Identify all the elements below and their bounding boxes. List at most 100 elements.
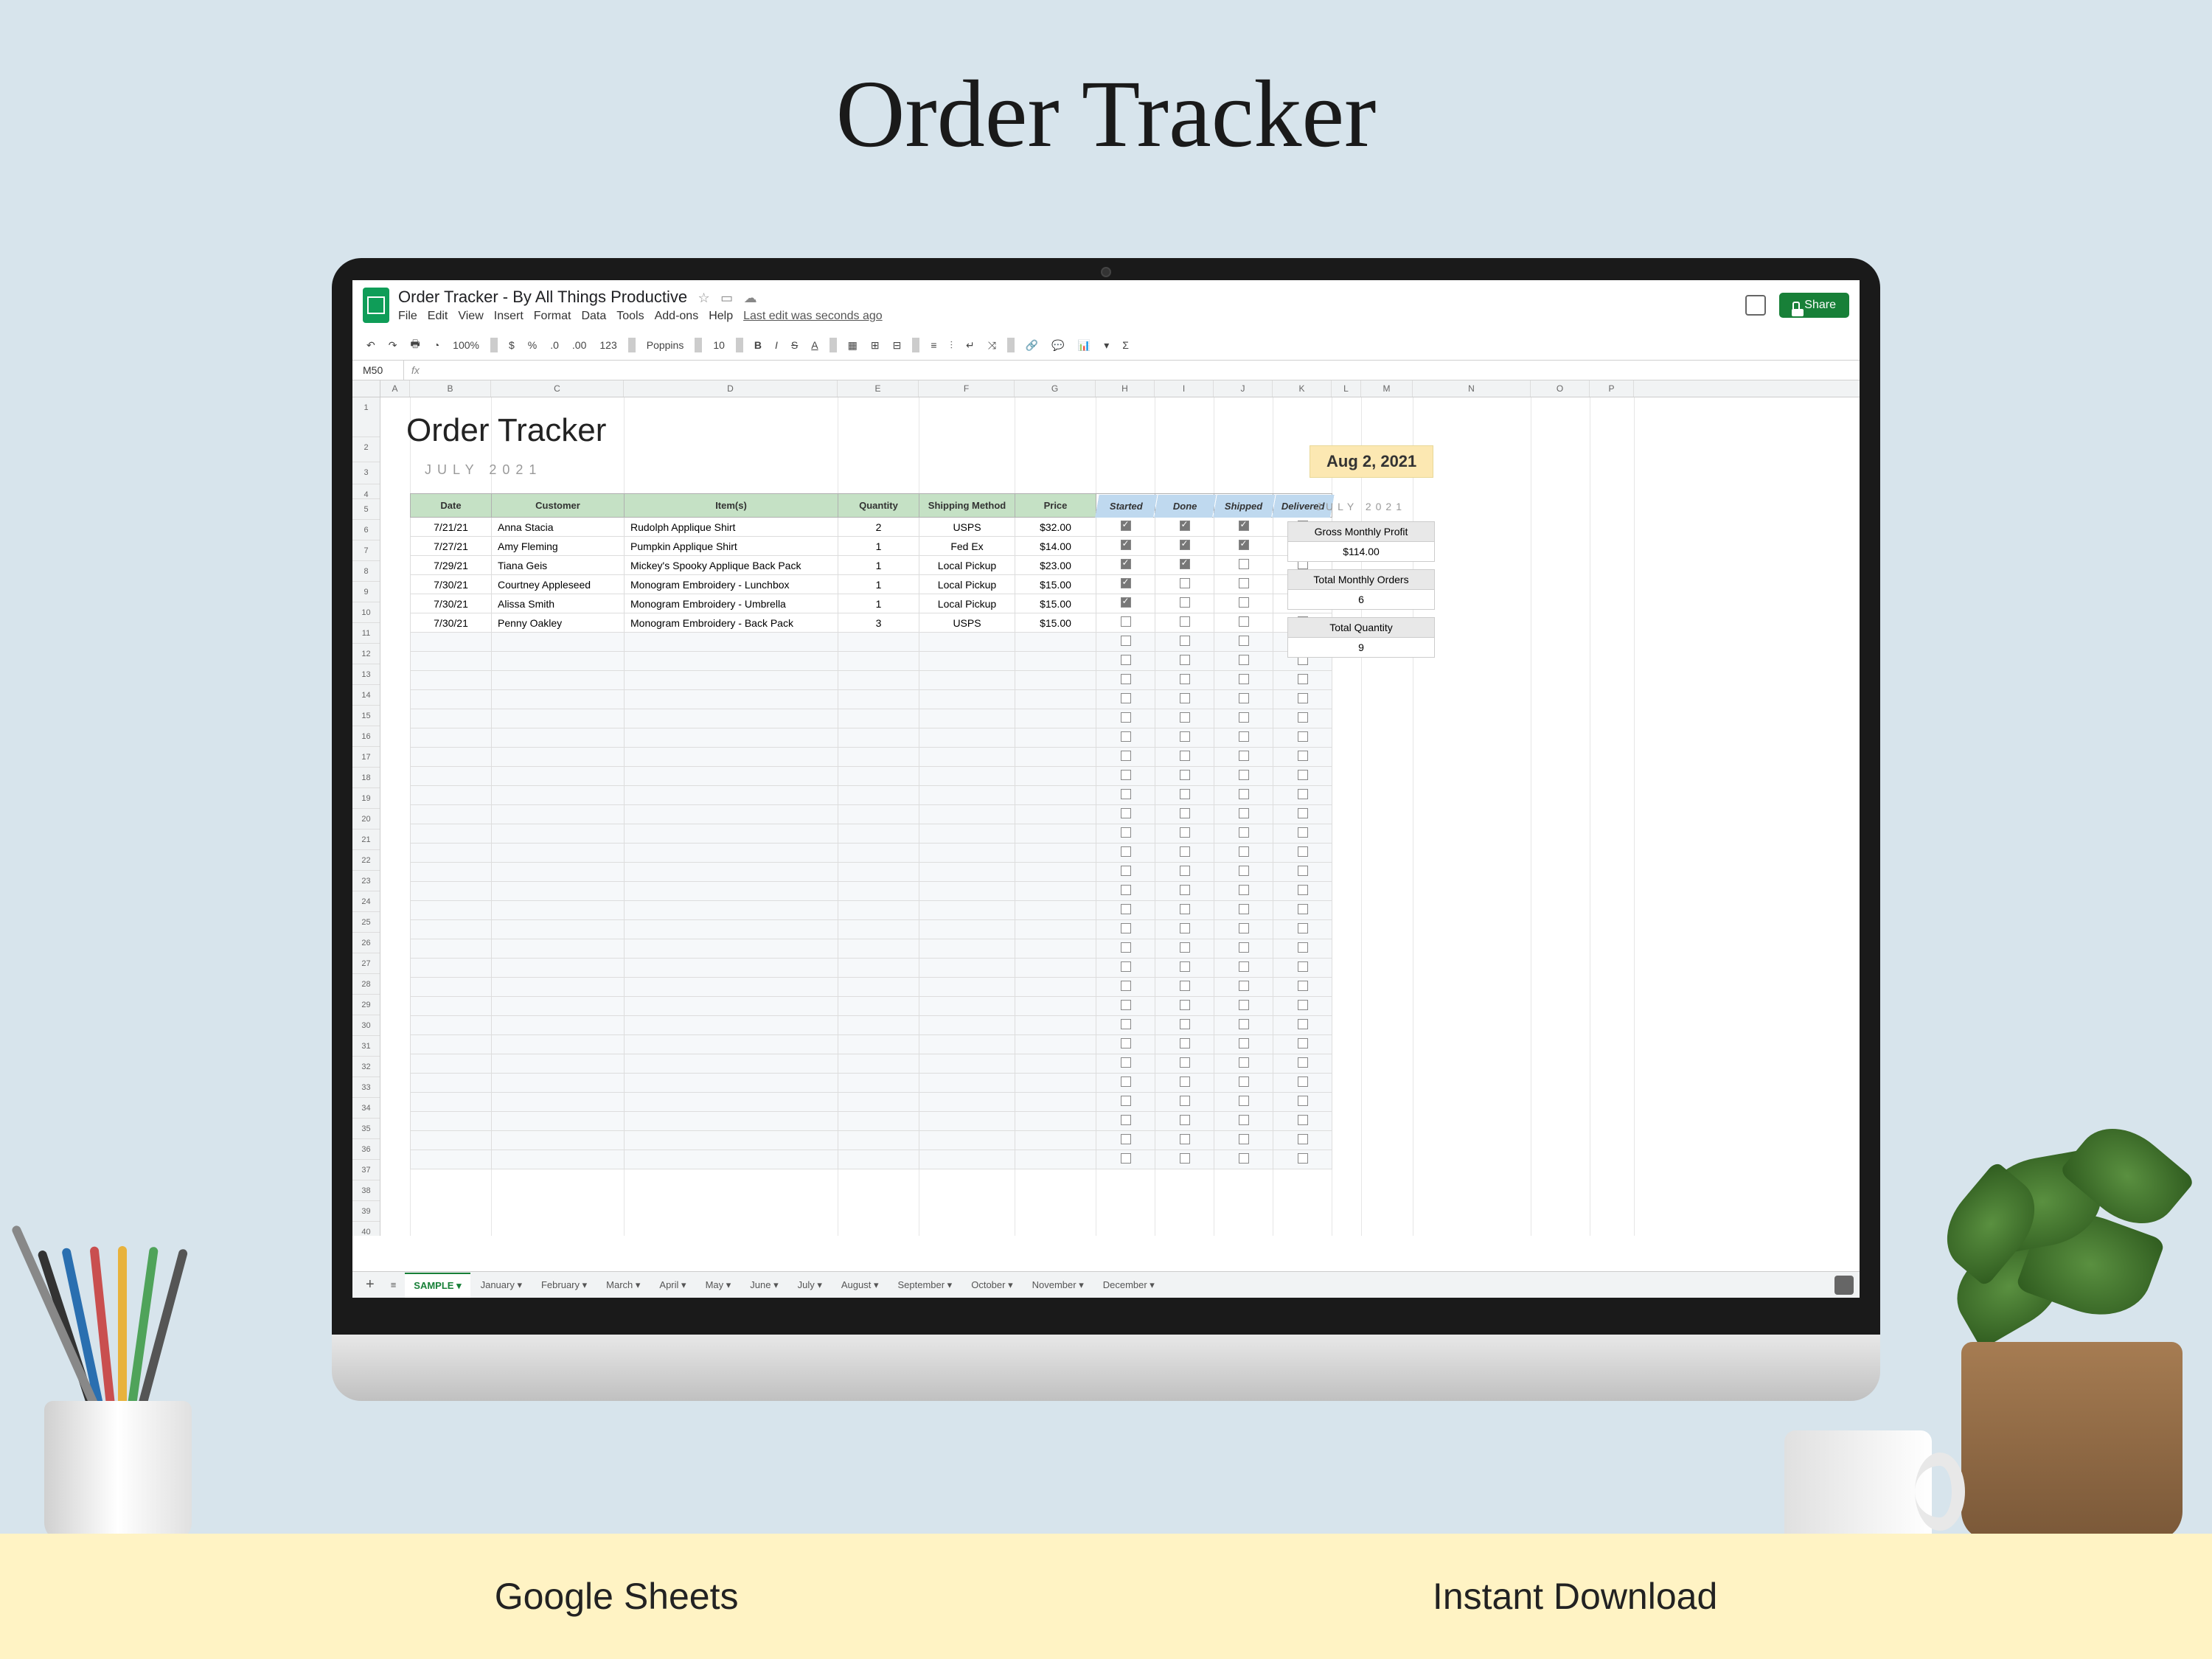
checkbox[interactable] — [1180, 751, 1190, 761]
menu-tools[interactable]: Tools — [616, 310, 644, 323]
sheet-tab-august[interactable]: August ▾ — [832, 1273, 888, 1297]
checkbox[interactable] — [1180, 1000, 1190, 1010]
col-header[interactable]: C — [491, 380, 624, 397]
checkbox[interactable] — [1239, 961, 1249, 972]
sheet-tab-december[interactable]: December ▾ — [1094, 1273, 1164, 1297]
cell-date[interactable]: 7/21/21 — [411, 518, 492, 537]
cell-shipped[interactable] — [1214, 594, 1273, 613]
checkbox[interactable] — [1239, 1134, 1249, 1144]
checkbox[interactable] — [1239, 1153, 1249, 1164]
checkbox[interactable] — [1298, 770, 1308, 780]
checkbox[interactable] — [1121, 923, 1131, 933]
checkbox[interactable] — [1298, 981, 1308, 991]
row-header[interactable]: 29 — [352, 995, 380, 1015]
currency-button[interactable]: $ — [505, 337, 518, 353]
checkbox[interactable] — [1239, 1038, 1249, 1048]
star-icon[interactable]: ☆ — [698, 291, 710, 306]
sheet-tab-sample[interactable]: SAMPLE ▾ — [405, 1273, 470, 1298]
sheet-tab-september[interactable]: September ▾ — [888, 1273, 961, 1297]
checkbox[interactable] — [1180, 731, 1190, 742]
checkbox[interactable] — [1239, 866, 1249, 876]
cell-item[interactable]: Mickey's Spooky Applique Back Pack — [625, 556, 838, 575]
checkbox[interactable] — [1180, 578, 1190, 588]
cell-item[interactable]: Monogram Embroidery - Umbrella — [625, 594, 838, 613]
cell-date[interactable]: 7/27/21 — [411, 537, 492, 556]
row-header[interactable]: 1 — [352, 397, 380, 437]
cell-item[interactable]: Monogram Embroidery - Lunchbox — [625, 575, 838, 594]
checkbox[interactable] — [1121, 751, 1131, 761]
checkbox[interactable] — [1180, 559, 1190, 569]
col-header[interactable]: K — [1273, 380, 1332, 397]
cell-customer[interactable]: Tiana Geis — [492, 556, 625, 575]
row-header[interactable]: 7 — [352, 540, 380, 561]
cell-date[interactable]: 7/29/21 — [411, 556, 492, 575]
checkbox[interactable] — [1239, 1057, 1249, 1068]
cloud-icon[interactable]: ☁ — [744, 291, 757, 306]
checkbox[interactable] — [1121, 1057, 1131, 1068]
cell-ship[interactable]: Local Pickup — [919, 594, 1015, 613]
checkbox[interactable] — [1180, 1134, 1190, 1144]
checkbox[interactable] — [1121, 655, 1131, 665]
row-header[interactable]: 11 — [352, 623, 380, 644]
menu-help[interactable]: Help — [709, 310, 733, 323]
cell-price[interactable]: $23.00 — [1015, 556, 1096, 575]
checkbox[interactable] — [1121, 731, 1131, 742]
row-header[interactable]: 4 — [352, 484, 380, 499]
checkbox[interactable] — [1298, 1096, 1308, 1106]
cell-done[interactable] — [1155, 594, 1214, 613]
cell-started[interactable] — [1096, 518, 1155, 537]
checkbox[interactable] — [1298, 827, 1308, 838]
checkbox[interactable] — [1121, 866, 1131, 876]
row-header[interactable]: 40 — [352, 1222, 380, 1236]
checkbox[interactable] — [1180, 923, 1190, 933]
font-select[interactable]: Poppins — [643, 337, 688, 353]
checkbox[interactable] — [1298, 693, 1308, 703]
checkbox[interactable] — [1298, 674, 1308, 684]
undo-button[interactable]: ↶ — [363, 337, 379, 354]
checkbox[interactable] — [1180, 540, 1190, 550]
percent-button[interactable]: % — [524, 337, 540, 353]
sheet-tab-april[interactable]: April ▾ — [650, 1273, 695, 1297]
checkbox[interactable] — [1298, 808, 1308, 818]
checkbox[interactable] — [1180, 789, 1190, 799]
checkbox[interactable] — [1239, 521, 1249, 531]
cell-item[interactable]: Pumpkin Applique Shirt — [625, 537, 838, 556]
checkbox[interactable] — [1121, 770, 1131, 780]
strike-button[interactable]: S — [787, 337, 801, 353]
checkbox[interactable] — [1239, 1077, 1249, 1087]
checkbox[interactable] — [1239, 885, 1249, 895]
sheet-tab-november[interactable]: November ▾ — [1023, 1273, 1093, 1297]
sheets-logo-icon[interactable] — [363, 288, 389, 323]
row-header[interactable]: 9 — [352, 582, 380, 602]
row-header[interactable]: 6 — [352, 520, 380, 540]
cell-ship[interactable]: Local Pickup — [919, 575, 1015, 594]
row-header[interactable]: 21 — [352, 830, 380, 850]
cell-done[interactable] — [1155, 518, 1214, 537]
checkbox[interactable] — [1239, 942, 1249, 953]
checkbox[interactable] — [1121, 981, 1131, 991]
checkbox[interactable] — [1121, 636, 1131, 646]
checkbox[interactable] — [1180, 1019, 1190, 1029]
cell-done[interactable] — [1155, 556, 1214, 575]
row-header[interactable]: 16 — [352, 726, 380, 747]
checkbox[interactable] — [1298, 1115, 1308, 1125]
row-header[interactable]: 18 — [352, 768, 380, 788]
increase-decimal-button[interactable]: .00 — [568, 337, 590, 353]
checkbox[interactable] — [1239, 981, 1249, 991]
zoom-select[interactable]: 100% — [449, 337, 483, 353]
cell-customer[interactable]: Amy Fleming — [492, 537, 625, 556]
font-size-select[interactable]: 10 — [709, 337, 728, 353]
checkbox[interactable] — [1121, 885, 1131, 895]
row-header[interactable]: 15 — [352, 706, 380, 726]
cell-shipped[interactable] — [1214, 556, 1273, 575]
checkbox[interactable] — [1298, 789, 1308, 799]
cell-date[interactable]: 7/30/21 — [411, 594, 492, 613]
col-header[interactable]: E — [838, 380, 919, 397]
col-header[interactable]: F — [919, 380, 1015, 397]
cell-qty[interactable]: 1 — [838, 575, 919, 594]
redo-button[interactable]: ↷ — [385, 337, 401, 354]
explore-button[interactable] — [1834, 1276, 1854, 1295]
cell-customer[interactable]: Courtney Appleseed — [492, 575, 625, 594]
row-header[interactable]: 14 — [352, 685, 380, 706]
rotate-button[interactable]: ⤨ — [984, 337, 1000, 354]
